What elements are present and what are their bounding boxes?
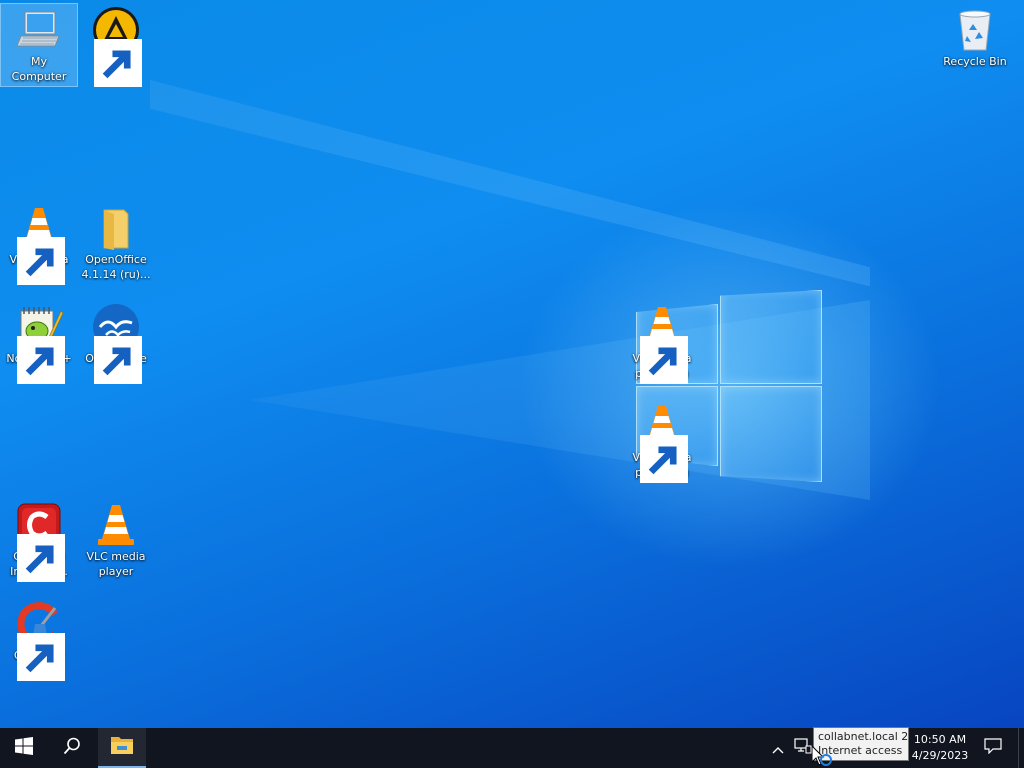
aimp-icon — [92, 6, 142, 87]
desktop-icon-ccleaner[interactable]: CCleaner — [1, 598, 77, 681]
desktop-icon-vlc-media-player[interactable]: VLC media player — [1, 202, 77, 285]
shortcut-arrow-icon — [17, 237, 65, 285]
desktop-icon-vlc-media-player-5[interactable]: VLC media player (5) — [624, 400, 700, 483]
clock-date: 4/29/2023 — [911, 749, 969, 762]
chevron-up-icon — [772, 739, 784, 758]
desktop-icon-vlc-media-player-4[interactable]: VLC media player (4) — [624, 301, 700, 384]
desktop-icon-openoffice-folder[interactable]: OpenOffice 4.1.14 (ru)... — [78, 202, 154, 284]
desktop[interactable]: My Computer AIMP Recycle Bin — [0, 0, 1024, 728]
shortcut-arrow-icon — [94, 336, 142, 384]
action-center-button[interactable] — [976, 728, 1010, 768]
desktop-icon-label: My Computer — [11, 55, 67, 83]
desktop-icon-notepadpp[interactable]: Notepad++ — [1, 301, 77, 384]
network-icon — [794, 738, 812, 758]
desktop-icon-vlc-media-player-2[interactable]: VLC media player — [78, 499, 154, 581]
search-button[interactable] — [48, 728, 96, 768]
shortcut-arrow-icon — [17, 534, 65, 582]
file-explorer-icon — [110, 735, 134, 759]
notepadpp-icon — [15, 303, 65, 384]
ccleaner-icon — [15, 600, 65, 681]
openoffice-gulls-icon — [92, 303, 142, 384]
desktop-icon-comodo[interactable]: COMODO Internet ... — [1, 499, 77, 582]
tooltip-network-name: collabnet.local 2 — [818, 730, 909, 743]
search-icon — [63, 737, 81, 759]
shortcut-arrow-icon — [640, 435, 688, 483]
clock-button[interactable]: 10:50 AM 4/29/2023 — [908, 728, 972, 768]
vlc-cone-icon — [638, 303, 688, 384]
comodo-icon — [15, 501, 65, 582]
clock-time: 10:50 AM — [913, 733, 967, 746]
desktop-icon-label: Recycle Bin — [943, 55, 1007, 68]
desktop-icon-label: VLC media player — [86, 550, 146, 578]
desktop-icon-aimp[interactable]: AIMP — [78, 4, 154, 87]
desktop-icon-my-computer[interactable]: My Computer — [0, 3, 78, 87]
show-desktop-strip[interactable] — [1018, 728, 1024, 768]
shortcut-arrow-icon — [17, 336, 65, 384]
windows-start-icon — [15, 737, 33, 759]
desktop-icon-openoffice[interactable]: OpenOffice 4.1.14 — [78, 301, 154, 384]
folder-icon — [92, 204, 140, 252]
shortcut-arrow-icon — [17, 633, 65, 681]
desktop-icon-recycle-bin[interactable]: Recycle Bin — [937, 4, 1013, 71]
file-explorer-taskbar-button[interactable] — [98, 728, 146, 768]
shortcut-arrow-icon — [94, 39, 142, 87]
desktop-icon-label: OpenOffice 4.1.14 (ru)... — [81, 253, 151, 281]
vlc-cone-icon — [15, 204, 65, 285]
vlc-cone-icon — [638, 402, 688, 483]
recycle-bin-icon — [951, 6, 999, 54]
show-hidden-icons-button[interactable] — [766, 728, 790, 768]
shortcut-arrow-icon — [640, 336, 688, 384]
computer-icon — [15, 6, 63, 54]
action-center-icon — [984, 738, 1002, 758]
start-button[interactable] — [0, 728, 48, 768]
vlc-cone-icon — [92, 501, 140, 549]
mouse-cursor-icon — [811, 744, 832, 766]
light-beam-upper — [150, 80, 870, 287]
